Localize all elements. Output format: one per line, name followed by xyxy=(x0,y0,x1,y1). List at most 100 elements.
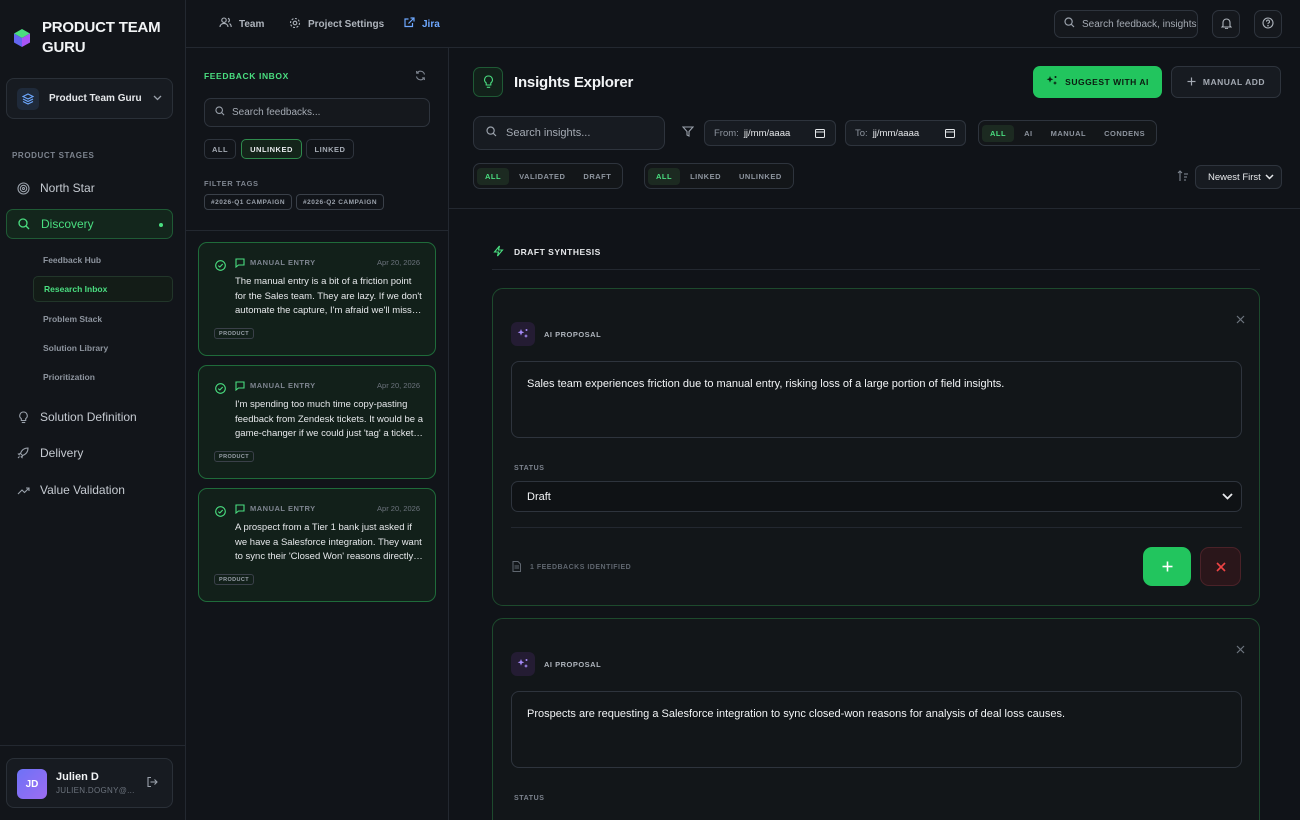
link-filter-linked[interactable]: LINKED xyxy=(682,168,729,185)
link-filter-unlinked[interactable]: UNLINKED xyxy=(731,168,790,185)
insights-header: Insights Explorer SUGGEST WITH AI MANUAL… xyxy=(449,48,1300,209)
sidebar-item-label: Value Validation xyxy=(40,483,125,497)
global-search-input[interactable]: Search feedback, insights, xyxy=(1054,10,1198,38)
ai-proposal-card: AI PROPOSAL Prospects are requesting a S… xyxy=(492,618,1260,820)
source-filter-all[interactable]: ALL xyxy=(982,124,1015,142)
source-filter-ai[interactable]: AI xyxy=(1016,125,1041,142)
calendar-icon[interactable] xyxy=(815,128,825,141)
filter-tags-label: FILTER TAGS xyxy=(204,179,259,188)
check-circle-icon[interactable] xyxy=(215,506,226,520)
sidebar-item-solution-definition[interactable]: Solution Definition xyxy=(6,402,173,432)
sidebar-subitem-prioritization[interactable]: Prioritization xyxy=(33,364,173,390)
sidebar-item-label: North Star xyxy=(40,181,95,195)
feedback-search-placeholder: Search feedbacks... xyxy=(232,107,321,118)
close-icon xyxy=(1215,559,1226,575)
sidebar-subitem-solution-library[interactable]: Solution Library xyxy=(33,335,173,361)
calendar-icon[interactable] xyxy=(945,128,955,141)
feedback-card[interactable]: MANUAL ENTRY Apr 20, 2026 A prospect fro… xyxy=(198,488,436,602)
sort-icon[interactable] xyxy=(1177,170,1189,185)
sparkles-icon xyxy=(511,652,535,676)
filter-all-button[interactable]: ALL xyxy=(204,139,236,159)
date-to-input[interactable]: To: jj/mm/aaaa xyxy=(845,120,966,146)
date-to-label: To: xyxy=(855,127,868,139)
refresh-icon[interactable] xyxy=(415,70,426,84)
jira-link[interactable]: Jira xyxy=(404,17,440,31)
divider xyxy=(0,745,186,746)
sidebar-item-value-validation[interactable]: Value Validation xyxy=(6,475,173,505)
manual-add-button[interactable]: MANUAL ADD xyxy=(1171,66,1281,98)
help-circle-icon xyxy=(1262,16,1274,32)
sidebar-item-label: Delivery xyxy=(40,446,84,460)
proposal-textarea[interactable]: Prospects are requesting a Salesforce in… xyxy=(511,691,1242,768)
sidebar-item-delivery[interactable]: Delivery xyxy=(6,438,173,468)
accept-proposal-button[interactable] xyxy=(1143,547,1191,586)
team-link[interactable]: Team xyxy=(219,17,264,31)
sidebar-item-north-star[interactable]: North Star xyxy=(6,173,173,203)
external-link-icon xyxy=(404,17,415,31)
sparkles-icon xyxy=(1046,75,1058,89)
notifications-button[interactable] xyxy=(1212,10,1240,38)
logout-icon[interactable] xyxy=(146,776,158,791)
feedback-badge: PRODUCT xyxy=(214,574,254,585)
sidebar-subitem-problem-stack[interactable]: Problem Stack xyxy=(33,306,173,332)
jira-label: Jira xyxy=(422,18,440,30)
proposal-label: AI PROPOSAL xyxy=(544,330,602,339)
check-circle-icon[interactable] xyxy=(215,383,226,397)
feedback-type: MANUAL ENTRY xyxy=(250,381,316,390)
status-filter-draft[interactable]: DRAFT xyxy=(575,168,619,185)
sidebar-subitem-feedback-hub[interactable]: Feedback Hub xyxy=(33,247,173,273)
status-filter-all[interactable]: ALL xyxy=(477,167,510,185)
status-select[interactable]: Draft xyxy=(511,481,1242,512)
insights-search-input[interactable]: Search insights... xyxy=(473,116,665,150)
filter-icon xyxy=(681,126,695,140)
layers-icon xyxy=(17,87,39,110)
feedback-count: 1 FEEDBACKS IDENTIFIED xyxy=(512,561,631,574)
page-title: Insights Explorer xyxy=(514,74,634,91)
brand-title: PRODUCT TEAM GURU xyxy=(42,19,161,56)
status-label: STATUS xyxy=(514,465,545,472)
avatar: JD xyxy=(17,769,47,799)
close-icon[interactable] xyxy=(1236,313,1245,327)
user-email: JULIEN.DOGNY@... xyxy=(56,786,135,795)
lightbulb-icon xyxy=(473,67,503,97)
user-card[interactable]: JD Julien D JULIEN.DOGNY@... xyxy=(6,758,173,808)
sidebar-subitem-research-inbox[interactable]: Research Inbox xyxy=(33,276,173,302)
feedback-card[interactable]: MANUAL ENTRY Apr 20, 2026 The manual ent… xyxy=(198,242,436,356)
sort-select[interactable]: Newest First xyxy=(1195,165,1282,189)
feedback-count-label: 1 FEEDBACKS IDENTIFIED xyxy=(530,564,632,571)
feedback-date: Apr 20, 2026 xyxy=(377,381,420,390)
reject-proposal-button[interactable] xyxy=(1200,547,1241,586)
search-icon xyxy=(215,106,225,119)
sort-value: Newest First xyxy=(1208,171,1261,183)
sidebar-item-discovery[interactable]: Discovery xyxy=(6,209,173,239)
plus-icon xyxy=(1187,77,1196,88)
feedback-inbox-panel: FEEDBACK INBOX Search feedbacks... ALL U… xyxy=(186,48,449,820)
bell-icon xyxy=(1220,17,1232,32)
source-filter-manual[interactable]: MANUAL xyxy=(1043,125,1095,142)
link-filter-all[interactable]: ALL xyxy=(648,167,681,185)
proposal-textarea[interactable]: Sales team experiences friction due to m… xyxy=(511,361,1242,438)
ai-proposal-card: AI PROPOSAL Sales team experiences frict… xyxy=(492,288,1260,606)
date-to-value: jj/mm/aaaa xyxy=(872,127,920,139)
status-filter-validated[interactable]: VALIDATED xyxy=(511,168,573,185)
filter-linked-button[interactable]: LINKED xyxy=(306,139,354,159)
check-circle-icon[interactable] xyxy=(215,260,226,274)
project-settings-link[interactable]: Project Settings xyxy=(289,17,384,32)
tag-chip[interactable]: #2026-Q2 CAMPAIGN xyxy=(296,194,385,210)
feedback-text: A prospect from a Tier 1 bank just asked… xyxy=(235,522,422,562)
feedback-search-input[interactable]: Search feedbacks... xyxy=(204,98,430,127)
feedback-badge: PRODUCT xyxy=(214,451,254,462)
brand[interactable]: PRODUCT TEAM GURU xyxy=(12,18,162,58)
date-from-input[interactable]: From: jj/mm/aaaa xyxy=(704,120,836,146)
help-button[interactable] xyxy=(1254,10,1282,38)
suggest-with-ai-button[interactable]: SUGGEST WITH AI xyxy=(1033,66,1162,98)
feedback-card[interactable]: MANUAL ENTRY Apr 20, 2026 I'm spending t… xyxy=(198,365,436,479)
date-from-label: From: xyxy=(714,127,739,139)
close-icon[interactable] xyxy=(1236,643,1245,657)
status-value: Draft xyxy=(527,490,551,503)
source-filter-condens[interactable]: CONDENS xyxy=(1096,125,1153,142)
tag-chip[interactable]: #2026-Q1 CAMPAIGN xyxy=(204,194,293,210)
workspace-switcher[interactable]: Product Team Guru xyxy=(6,78,173,119)
workspace-name: Product Team Guru xyxy=(49,93,142,104)
filter-unlinked-button[interactable]: UNLINKED xyxy=(241,139,302,159)
